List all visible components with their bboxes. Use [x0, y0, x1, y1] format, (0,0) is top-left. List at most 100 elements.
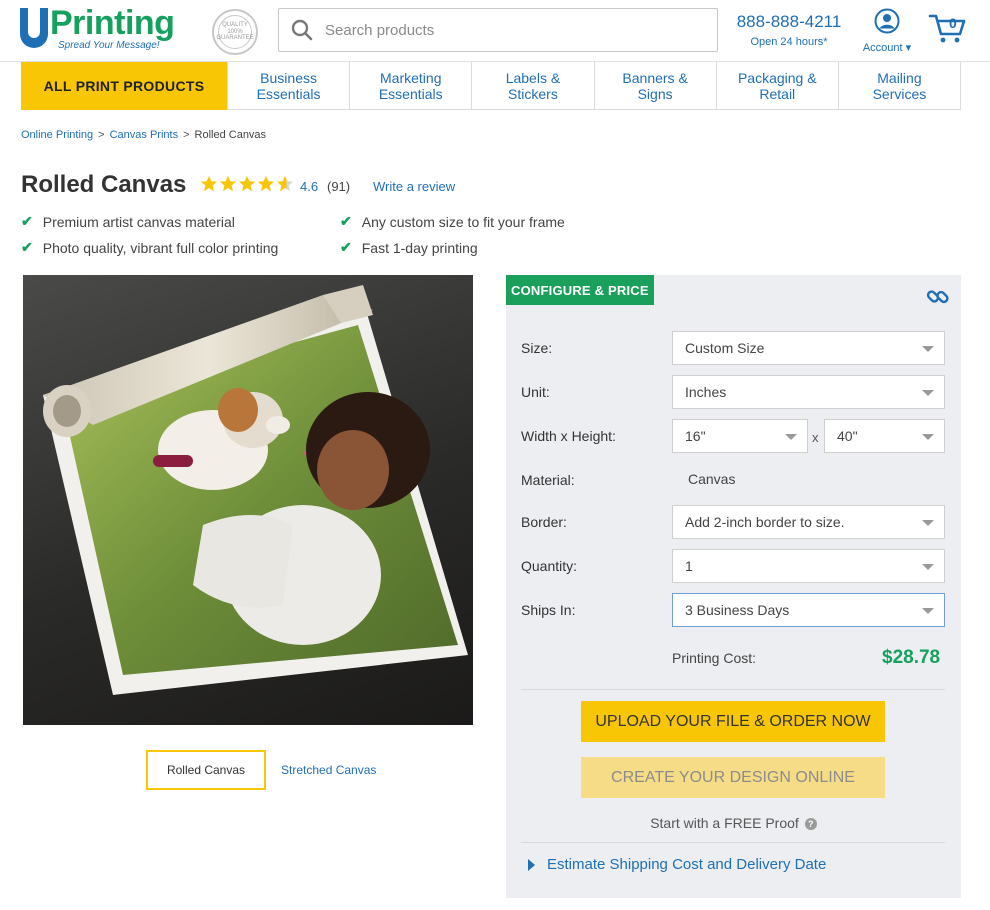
user-icon[interactable]: [874, 8, 900, 38]
border-select[interactable]: Add 2-inch border to size.: [672, 505, 945, 539]
chevron-down-icon: [922, 390, 934, 396]
size-select[interactable]: Custom Size: [672, 331, 945, 365]
width-select-value: 16": [685, 428, 706, 444]
border-label: Border:: [521, 514, 567, 530]
feature-text: Any custom size to fit your frame: [361, 213, 565, 230]
chevron-down-icon: [922, 346, 934, 352]
material-value: Canvas: [688, 471, 736, 487]
unit-select[interactable]: Inches: [672, 375, 945, 409]
feature-item: ✔ Photo quality, vibrant full color print…: [21, 239, 278, 256]
link-icon[interactable]: [926, 285, 950, 314]
nav-label-line1: Business: [260, 69, 317, 86]
breadcrumb-separator: >: [183, 129, 190, 141]
star-rating[interactable]: [200, 175, 294, 193]
unit-select-value: Inches: [685, 384, 727, 400]
size-label: Size:: [521, 340, 553, 356]
quantity-label: Quantity:: [521, 558, 578, 574]
help-icon[interactable]: ?: [804, 818, 817, 831]
account-menu[interactable]: Account ▾: [856, 8, 918, 54]
width-height-label: Width x Height:: [521, 428, 616, 444]
rating-value[interactable]: 4.6: [300, 179, 318, 194]
check-icon: ✔: [21, 239, 33, 255]
feature-item: ✔ Premium artist canvas material: [21, 213, 235, 230]
logo-u-mark: [20, 8, 48, 48]
nav-item-packaging-retail[interactable]: Packaging & Retail: [715, 62, 838, 109]
chevron-down-icon: [922, 434, 934, 440]
nav-label-line2: Services: [872, 85, 927, 102]
nav-label-line2: Stickers: [508, 85, 558, 102]
star-icon: [257, 175, 275, 192]
breadcrumb-separator: >: [98, 129, 105, 141]
main-nav: ALL PRINT PRODUCTS Business Essentials Ma…: [21, 62, 961, 110]
width-select[interactable]: 16": [672, 419, 808, 453]
quality-guarantee-seal: QUALITY 100% GUARANTEE: [212, 9, 258, 55]
logo-tagline: Spread Your Message!: [58, 40, 160, 51]
breadcrumb-current: Rolled Canvas: [194, 129, 267, 141]
nav-label-line1: Marketing: [380, 69, 442, 86]
cart-button[interactable]: 0: [928, 12, 968, 46]
feature-text: Photo quality, vibrant full color printi…: [42, 239, 279, 256]
check-icon: ✔: [340, 239, 352, 255]
nav-label-line1: Mailing: [877, 69, 922, 86]
chevron-down-icon: [922, 564, 934, 570]
search-icon[interactable]: [279, 8, 325, 52]
unit-label: Unit:: [521, 384, 550, 400]
logo-wordmark: Printing: [50, 4, 175, 42]
nav-label-line2: Retail: [759, 85, 796, 102]
estimate-shipping-text: Estimate Shipping Cost and Delivery Date: [547, 856, 827, 873]
nav-label-line2: Essentials: [378, 85, 443, 102]
cart-count: 0: [949, 15, 957, 31]
configure-price-heading: CONFIGURE & PRICE: [506, 275, 654, 305]
quantity-select[interactable]: 1: [672, 549, 945, 583]
nav-item-labels-stickers[interactable]: Labels & Stickers: [471, 62, 593, 109]
feature-text: Premium artist canvas material: [42, 213, 235, 230]
chevron-down-icon: [785, 434, 797, 440]
check-icon: ✔: [340, 213, 352, 229]
caret-right-icon: [528, 858, 535, 871]
nav-item-mailing-services[interactable]: Mailing Services: [837, 62, 960, 109]
phone-contact[interactable]: 888-888-4211 Open 24 hours*: [728, 12, 850, 48]
cart-icon[interactable]: [928, 14, 966, 48]
site-header: Printing Spread Your Message! QUALITY 10…: [0, 0, 990, 62]
write-review-link[interactable]: Write a review: [373, 179, 455, 194]
uprinting-logo[interactable]: Printing Spread Your Message!: [20, 4, 200, 56]
star-icon: [200, 175, 218, 192]
estimate-shipping-link[interactable]: Estimate Shipping Cost and Delivery Date: [528, 856, 826, 873]
printing-cost-label: Printing Cost:: [672, 650, 757, 666]
free-proof-note: Start with a FREE Proof?: [506, 815, 961, 831]
breadcrumb-link-online-printing[interactable]: Online Printing: [21, 129, 93, 141]
search-bar: [278, 8, 718, 52]
dimension-separator: x: [812, 430, 819, 445]
page-title: Rolled Canvas: [21, 171, 187, 198]
nav-label-line2: Signs: [637, 85, 673, 102]
breadcrumb-link-canvas-prints[interactable]: Canvas Prints: [110, 129, 178, 141]
feature-item: ✔ Fast 1-day printing: [340, 239, 478, 256]
phone-number[interactable]: 888-888-4211: [728, 12, 850, 32]
rolled-canvas-photo: [43, 285, 468, 695]
nav-item-marketing-essentials[interactable]: Marketing Essentials: [349, 62, 471, 109]
printing-cost-value: $28.78: [882, 647, 941, 668]
tab-stretched-canvas[interactable]: Stretched Canvas: [281, 763, 376, 777]
height-select[interactable]: 40": [824, 419, 945, 453]
upload-order-button[interactable]: UPLOAD YOUR FILE & ORDER NOW: [581, 701, 885, 742]
feature-item: ✔ Any custom size to fit your frame: [340, 213, 565, 230]
nav-label-line1: Packaging &: [737, 69, 817, 86]
create-design-button[interactable]: CREATE YOUR DESIGN ONLINE: [581, 757, 885, 798]
material-label: Material:: [521, 472, 575, 488]
nav-item-banners-signs[interactable]: Banners & Signs: [593, 62, 716, 109]
chevron-down-icon: [922, 608, 934, 614]
check-icon: ✔: [21, 213, 33, 229]
nav-all-print-products[interactable]: ALL PRINT PRODUCTS: [21, 62, 227, 110]
quantity-select-value: 1: [685, 558, 693, 574]
ships-in-select-value: 3 Business Days: [685, 602, 790, 618]
search-input[interactable]: [325, 21, 705, 39]
star-icon: [219, 175, 237, 192]
nav-item-business-essentials[interactable]: Business Essentials: [227, 62, 349, 109]
tab-rolled-canvas[interactable]: Rolled Canvas: [146, 750, 266, 790]
review-count: (91): [327, 179, 351, 194]
account-label[interactable]: Account ▾: [856, 41, 918, 54]
ships-in-select[interactable]: 3 Business Days: [672, 593, 945, 627]
nav-label-line1: Labels &: [505, 69, 561, 86]
star-icon: [238, 175, 256, 192]
breadcrumb: Online Printing > Canvas Prints > Rolled Can…: [21, 129, 266, 141]
